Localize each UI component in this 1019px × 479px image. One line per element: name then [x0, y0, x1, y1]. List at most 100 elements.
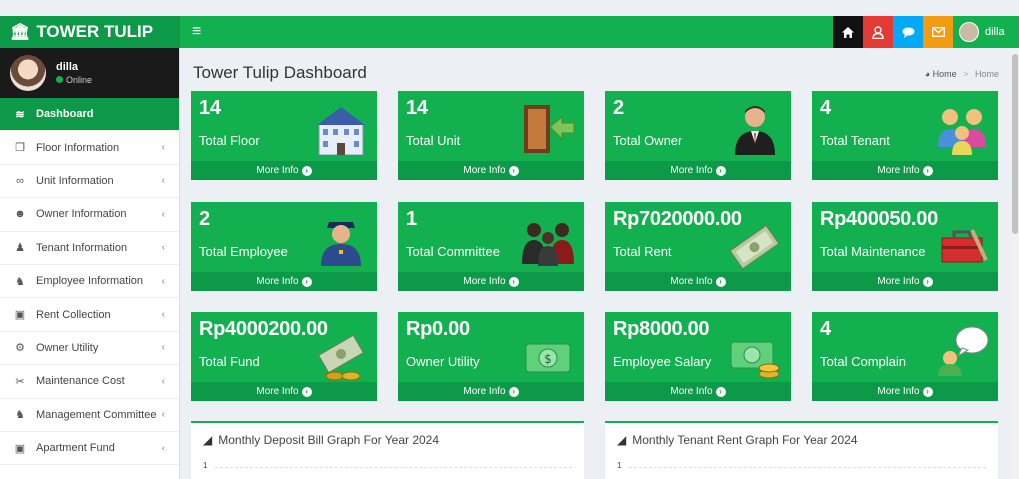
stat-box-total-owner: 2 Total Owner More Info › — [605, 91, 791, 180]
user-icon: ☻ — [14, 208, 26, 221]
arrow-circle-right-icon: › — [922, 165, 933, 176]
arrow-circle-right-icon: › — [301, 386, 312, 397]
chevron-left-icon: ‹ — [161, 242, 165, 254]
stat-value: 2 — [199, 208, 210, 230]
sidebar-item-management-committee[interactable]: ♞ Management Committee ‹ — [0, 399, 179, 432]
app-name: TOWER TULIP — [36, 22, 154, 41]
chevron-left-icon: ‹ — [161, 142, 165, 154]
more-info-link[interactable]: More Info › — [605, 382, 791, 401]
sidebar-item-apartment-fund[interactable]: ▣ Apartment Fund ‹ — [0, 432, 179, 466]
scrollbar-thumb[interactable] — [1012, 54, 1018, 234]
more-info-link[interactable]: More Info › — [398, 161, 584, 180]
chevron-left-icon: ‹ — [161, 409, 165, 421]
arrow-circle-right-icon: › — [508, 386, 519, 397]
hamburger-icon[interactable]: ≡ — [192, 23, 201, 41]
sidebar-item-maintenance-cost[interactable]: ✂ Maintenance Cost ‹ — [0, 365, 179, 399]
graph-title: ◢ Monthly Deposit Bill Graph For Year 202… — [203, 433, 440, 447]
home-icon[interactable] — [833, 16, 863, 48]
stat-box-employee-salary: Rp8000.00 Employee Salary More Info › — [605, 312, 791, 401]
person-icon: ♞ — [15, 275, 25, 288]
area-chart-icon: ◢ — [203, 433, 213, 447]
sidebar-item-employee-information[interactable]: ♞ Employee Information ‹ — [0, 265, 179, 299]
stat-label: Total Maintenance — [820, 244, 926, 259]
more-info-link[interactable]: More Info › — [812, 382, 998, 401]
chevron-left-icon: ‹ — [161, 275, 165, 287]
stat-label: Total Committee — [406, 244, 500, 259]
breadcrumb-home[interactable]: Home — [933, 69, 957, 79]
user-icon[interactable] — [863, 16, 893, 48]
sidebar-item-rent-collection[interactable]: ▣ Rent Collection ‹ — [0, 298, 179, 332]
stat-label: Employee Salary — [613, 354, 712, 369]
arrow-circle-right-icon: › — [508, 276, 519, 287]
stat-label: Total Complain — [820, 354, 906, 369]
more-info-link[interactable]: More Info › — [191, 161, 377, 180]
app-logo[interactable]: 🏛 TOWER TULIP — [0, 16, 180, 48]
money-coins-icon — [317, 334, 365, 381]
stat-box-total-complain: 4 Total Complain More Info › — [812, 312, 998, 401]
dashboard-icon: ◕ — [924, 69, 931, 79]
more-info-link[interactable]: More Info › — [812, 272, 998, 291]
sidebar-item-tenant-information[interactable]: ♟ Tenant Information ‹ — [0, 232, 179, 265]
stat-value: 14 — [199, 97, 221, 119]
chevron-left-icon: ‹ — [161, 309, 165, 321]
arrow-circle-right-icon: › — [922, 386, 933, 397]
area-chart-icon: ◢ — [617, 433, 627, 447]
sidebar-item-floor-information[interactable]: ❐ Floor Information ‹ — [0, 131, 179, 165]
chevron-left-icon: ‹ — [161, 208, 165, 220]
mail-icon[interactable] — [923, 16, 953, 48]
navbar-icons: dilla — [833, 16, 1019, 48]
chat-icon[interactable] — [893, 16, 923, 48]
more-info-link[interactable]: More Info › — [812, 161, 998, 180]
stat-label: Total Floor — [199, 133, 260, 148]
stat-value: Rp0.00 — [406, 318, 470, 340]
speech-icon — [938, 326, 989, 376]
user-menu[interactable]: dilla — [953, 16, 1019, 48]
stat-value: Rp400050.00 — [820, 208, 938, 230]
sidebar-item-unit-information[interactable]: ∞ Unit Information ‹ — [0, 165, 179, 199]
link-icon: ∞ — [16, 174, 24, 187]
chevron-left-icon: ‹ — [161, 375, 165, 387]
breadcrumb: ◕ Home > Home — [925, 69, 999, 79]
stat-label: Total Tenant — [820, 133, 890, 148]
bank-icon: 🏛 — [10, 24, 31, 41]
main-content: Tower Tulip Dashboard ◕ Home > Home 14 T… — [180, 48, 1019, 479]
stat-box-total-rent: Rp7020000.00 Total Rent More Info › — [605, 202, 791, 291]
stat-label: Total Employee — [199, 244, 288, 259]
toolbox-icon — [941, 229, 988, 263]
copy-icon: ❐ — [15, 142, 25, 155]
more-info-link[interactable]: More Info › — [605, 272, 791, 291]
stat-box-total-unit: 14 Total Unit More Info › — [398, 91, 584, 180]
stat-box-total-fund: Rp4000200.00 Total Fund More Info › — [191, 312, 377, 401]
more-info-link[interactable]: More Info › — [605, 161, 791, 180]
y-tick-label: 1 — [617, 461, 622, 470]
meeting-icon — [522, 223, 574, 266]
user-panel: dilla Online — [0, 48, 179, 98]
y-tick-label: 1 — [203, 461, 208, 470]
stat-label: Owner Utility — [406, 354, 480, 369]
cash-icon — [729, 224, 780, 270]
arrow-circle-right-icon: › — [922, 276, 933, 287]
stat-box-total-committee: 1 Total Committee More Info › — [398, 202, 584, 291]
stat-value: 4 — [820, 97, 831, 119]
more-info-link[interactable]: More Info › — [398, 382, 584, 401]
arrow-circle-right-icon: › — [508, 165, 519, 176]
svg-text:$: $ — [544, 352, 552, 366]
user-name: dilla — [56, 61, 79, 73]
stat-value: Rp4000200.00 — [199, 318, 328, 340]
more-info-link[interactable]: More Info › — [191, 272, 377, 291]
family-icon — [938, 109, 986, 155]
more-info-link[interactable]: More Info › — [398, 272, 584, 291]
stat-box-owner-utility: Rp0.00 Owner Utility $ More Info › — [398, 312, 584, 401]
sidebar-item-owner-information[interactable]: ☻ Owner Information ‹ — [0, 198, 179, 232]
stat-value: 1 — [406, 208, 417, 230]
graph-title: ◢ Monthly Tenant Rent Graph For Year 2024 — [617, 433, 858, 447]
stat-label: Total Fund — [199, 354, 260, 369]
stat-box-total-maintenance: Rp400050.00 Total Maintenance More Info › — [812, 202, 998, 291]
breadcrumb-current: Home — [974, 69, 999, 79]
scrollbar[interactable] — [1011, 48, 1019, 479]
avatar — [10, 55, 46, 91]
sidebar-item-owner-utility[interactable]: ⚙ Owner Utility ‹ — [0, 332, 179, 366]
sidebar-item-dashboard[interactable]: ≋ Dashboard — [0, 98, 179, 132]
more-info-link[interactable]: More Info › — [191, 382, 377, 401]
salary-icon — [730, 341, 780, 379]
